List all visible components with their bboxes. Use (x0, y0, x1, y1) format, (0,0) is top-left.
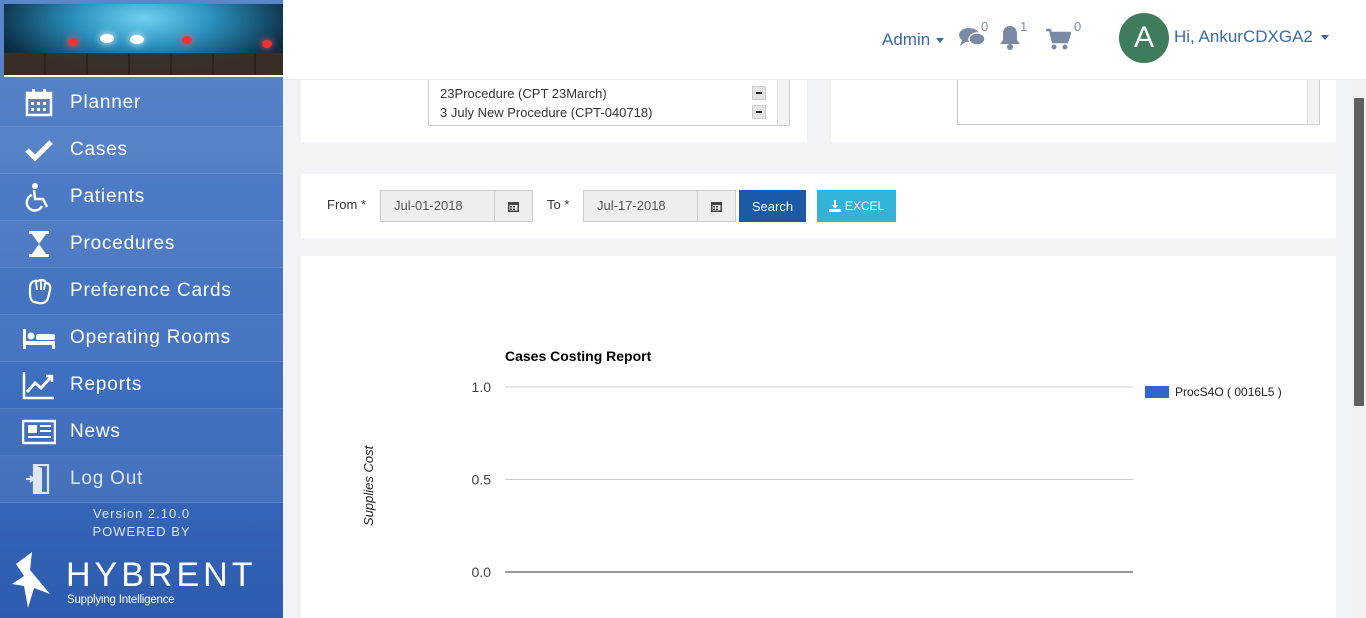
brand-logo: HYBRENT Supplying Intelligence (10, 548, 270, 610)
line-chart-icon (22, 370, 56, 400)
sidebar-item-operating-rooms[interactable]: Operating Rooms (0, 315, 283, 362)
to-date-value: Jul-17-2018 (597, 198, 666, 213)
chevron-down-icon (936, 37, 945, 43)
sidebar-item-label: Procedures (70, 233, 176, 254)
sidebar-item-label: Preference Cards (70, 280, 232, 301)
sidebar: Planner Cases Patients Procedures Prefer… (0, 0, 283, 618)
page-scrollbar[interactable] (1352, 80, 1366, 618)
sidebar-item-reports[interactable]: Reports (0, 362, 283, 409)
messages-count: 0 (981, 19, 989, 34)
top-header: Admin 0 1 0 A Hi, AnkurCDXGA2 (283, 0, 1366, 80)
sidebar-nav: Planner Cases Patients Procedures Prefer… (0, 80, 283, 503)
calendar-icon (22, 88, 56, 118)
glove-icon (22, 276, 56, 306)
remove-procedure-button[interactable] (752, 105, 766, 119)
procedure-item: 3 July New Procedure (CPT-040718) (440, 105, 653, 120)
from-label: From * (327, 197, 366, 212)
brand-name: HYBRENT (66, 556, 257, 594)
chart-legend: ProcS4O ( 0016L5 ) (1145, 385, 1282, 399)
legend-swatch (1145, 386, 1169, 398)
sidebar-item-label: Planner (70, 92, 142, 113)
bed-icon (22, 323, 56, 353)
remove-procedure-button[interactable] (752, 86, 766, 100)
from-date-value: Jul-01-2018 (394, 198, 463, 213)
logout-icon (22, 464, 56, 494)
legend-label: ProcS4O ( 0016L5 ) (1175, 385, 1282, 399)
brand-tagline: Supplying Intelligence (67, 594, 175, 606)
header-banner-image (4, 4, 283, 77)
bird-icon (12, 552, 50, 608)
cart-count: 0 (1074, 19, 1082, 34)
scrollbar-thumb[interactable] (1354, 98, 1364, 406)
sidebar-item-patients[interactable]: Patients (0, 174, 283, 221)
sidebar-item-preference-cards[interactable]: Preference Cards (0, 268, 283, 315)
chart-canvas: 1.0 0.5 0.0 (472, 379, 1133, 580)
wheelchair-icon (22, 182, 56, 212)
sidebar-item-cases[interactable]: Cases (0, 127, 283, 174)
y-tick-label: 0.0 (472, 564, 492, 580)
to-label: To * (547, 197, 570, 212)
sidebar-item-planner[interactable]: Planner (0, 80, 283, 127)
sidebar-item-label: News (70, 421, 121, 442)
search-button[interactable]: Search (739, 190, 806, 222)
sidebar-item-label: Reports (70, 374, 143, 395)
newspaper-icon (22, 417, 56, 447)
to-date-input[interactable]: Jul-17-2018 (583, 190, 736, 222)
date-filter-bar: From * Jul-01-2018 To * Jul-17-2018 Sear… (301, 174, 1336, 238)
notifications-count: 1 (1020, 19, 1028, 34)
user-menu[interactable]: Hi, AnkurCDXGA2 (1174, 27, 1329, 47)
chevron-down-icon (1320, 34, 1329, 40)
sidebar-item-label: Log Out (70, 468, 144, 489)
calendar-icon[interactable] (697, 191, 735, 221)
excel-label: EXCEL (844, 199, 885, 213)
hourglass-icon (22, 229, 56, 259)
user-greeting: Hi, AnkurCDXGA2 (1174, 27, 1313, 46)
excel-export-button[interactable]: EXCEL (817, 190, 896, 222)
avatar[interactable]: A (1119, 13, 1169, 63)
chart-panel: Cases Costing Report 1.0 0.5 0.0 ProcS4O (… (301, 256, 1336, 618)
sidebar-item-label: Operating Rooms (70, 327, 231, 348)
procedure-item: 23Procedure (CPT 23March) (440, 86, 607, 101)
from-date-input[interactable]: Jul-01-2018 (380, 190, 533, 222)
y-axis-label: Supplies Cost (361, 445, 376, 526)
admin-label: Admin (882, 30, 931, 49)
y-tick-label: 1.0 (472, 379, 492, 395)
procedure-list-scrollbar[interactable] (777, 80, 789, 125)
admin-dropdown[interactable]: Admin (882, 30, 945, 50)
check-icon (22, 135, 56, 165)
notes-scrollbar[interactable] (1307, 80, 1319, 124)
sidebar-item-news[interactable]: News (0, 409, 283, 456)
cart-icon[interactable] (1045, 28, 1072, 55)
powered-by-text: POWERED BY (92, 524, 191, 539)
version-text: Version 2.10.0 (92, 506, 191, 521)
sidebar-item-logout[interactable]: Log Out (0, 456, 283, 503)
download-icon (828, 200, 841, 212)
calendar-icon[interactable] (494, 191, 532, 221)
procedure-list[interactable]: 23Procedure (CPT 23March) 3 July New Pro… (428, 80, 790, 126)
sidebar-item-procedures[interactable]: Procedures (0, 221, 283, 268)
version-info: Version 2.10.0 POWERED BY (0, 505, 283, 541)
sidebar-item-label: Cases (70, 139, 128, 160)
notes-textarea[interactable] (957, 80, 1320, 125)
sidebar-item-label: Patients (70, 186, 146, 207)
y-tick-label: 0.5 (472, 472, 492, 488)
